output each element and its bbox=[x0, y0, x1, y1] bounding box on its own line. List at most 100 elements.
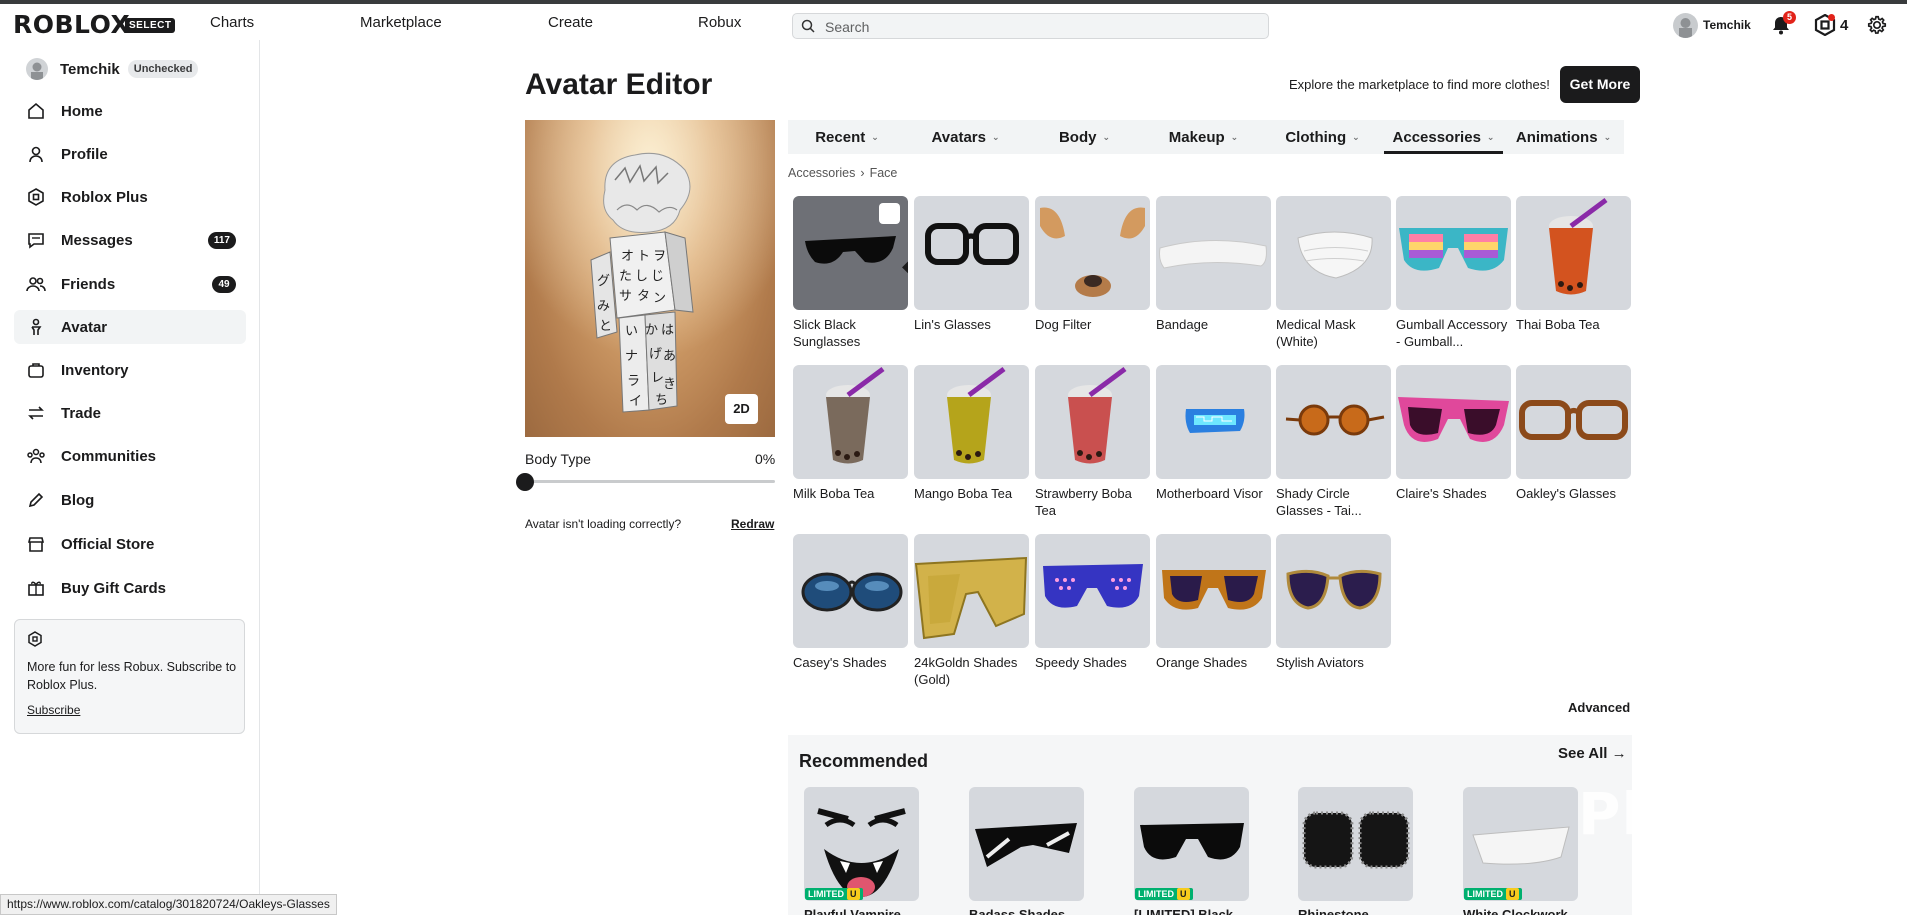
item-name: [LIMITED] Black bbox=[1134, 907, 1233, 915]
tab-recent[interactable]: Recent ⌄ bbox=[788, 120, 906, 154]
promo-text: More fun for less Robux. Subscribe to Ro… bbox=[27, 660, 237, 692]
top-navigation-bar: ROBLOX SELECT Charts Marketplace Create … bbox=[0, 4, 1907, 40]
item-card[interactable]: Mango Boba Tea bbox=[914, 365, 1029, 502]
item-card[interactable]: Motherboard Visor bbox=[1156, 365, 1271, 502]
item-card[interactable]: Medical Mask (White) bbox=[1276, 196, 1391, 350]
view-2d-toggle[interactable]: 2D bbox=[725, 394, 758, 424]
item-card[interactable]: Shady Circle Glasses - Tai... bbox=[1276, 365, 1391, 519]
item-card[interactable]: Speedy Shades bbox=[1035, 534, 1150, 671]
nav-charts[interactable]: Charts bbox=[210, 14, 254, 31]
recommended-item[interactable]: Rhinestone bbox=[1298, 787, 1413, 915]
item-card[interactable]: Thai Boba Tea bbox=[1516, 196, 1631, 333]
item-card[interactable]: Oakley's Glasses bbox=[1516, 365, 1631, 502]
topbar-username[interactable]: Temchik bbox=[1703, 18, 1751, 32]
gift-card-icon bbox=[26, 578, 46, 598]
sidebar-item-messages[interactable]: Messages 117 bbox=[14, 223, 246, 257]
recommended-item[interactable]: LIMITED U [LIMITED] Black bbox=[1134, 787, 1249, 915]
breadcrumb: Accessories › Face bbox=[788, 166, 897, 180]
roblox-logo[interactable]: ROBLOX bbox=[13, 12, 130, 37]
sidebar-item-label: Avatar bbox=[61, 318, 108, 336]
tab-accessories[interactable]: Accessories ⌄ bbox=[1384, 120, 1503, 154]
item-card[interactable]: Orange Shades bbox=[1156, 534, 1271, 671]
sidebar-item-buy-gift-cards[interactable]: Buy Gift Cards bbox=[14, 571, 246, 605]
svg-text:は: は bbox=[661, 323, 674, 338]
search-input[interactable]: Search bbox=[792, 13, 1269, 39]
nav-create[interactable]: Create bbox=[548, 14, 593, 31]
advanced-link[interactable]: Advanced bbox=[1568, 700, 1630, 715]
settings-gear-icon[interactable] bbox=[1866, 14, 1888, 36]
sidebar-item-label: Buy Gift Cards bbox=[61, 579, 167, 597]
item-card[interactable]: Milk Boba Tea bbox=[793, 365, 908, 502]
left-sidebar: Temchik Unchecked Home Profile Roblox Pl… bbox=[0, 40, 260, 915]
item-card[interactable]: Lin's Glasses bbox=[914, 196, 1029, 333]
friends-count-badge: 49 bbox=[212, 275, 236, 293]
limited-badge: LIMITED U bbox=[805, 888, 863, 900]
redraw-link[interactable]: Redraw bbox=[731, 517, 774, 531]
recommended-section: Recommended See All → LIMITED U Playful V… bbox=[788, 735, 1632, 915]
item-card[interactable]: Strawberry Boba Tea bbox=[1035, 365, 1150, 519]
item-card[interactable]: Dog Filter bbox=[1035, 196, 1150, 333]
svg-text:い: い bbox=[625, 324, 638, 339]
item-name: 24kGoldn Shades (Gold) bbox=[914, 655, 1018, 687]
sidebar-item-label: Messages bbox=[61, 231, 133, 249]
body-type-slider-handle[interactable] bbox=[516, 473, 534, 491]
body-type-label: Body Type bbox=[525, 451, 591, 467]
nav-robux[interactable]: Robux bbox=[698, 14, 741, 31]
item-card[interactable]: Gumball Accessory - Gumball... bbox=[1396, 196, 1511, 350]
avatar-preview[interactable]: オトヲ たしじ サタン グみと いかは ナげあ ラレき イち bbox=[525, 120, 775, 437]
get-more-button[interactable]: Get More bbox=[1560, 66, 1640, 103]
recommended-item[interactable]: LIMITED U White Clockwork bbox=[1463, 787, 1578, 915]
avatar-not-loading-text: Avatar isn't loading correctly? bbox=[525, 517, 682, 531]
profile-icon bbox=[26, 144, 46, 164]
sidebar-item-profile[interactable]: Profile bbox=[14, 137, 246, 171]
subscribe-link[interactable]: Subscribe bbox=[27, 703, 80, 717]
page-title: Avatar Editor bbox=[525, 68, 713, 101]
tab-makeup[interactable]: Makeup ⌄ bbox=[1144, 120, 1263, 154]
tab-avatars[interactable]: Avatars ⌄ bbox=[906, 120, 1025, 154]
item-card[interactable]: 24kGoldn Shades (Gold) bbox=[914, 534, 1029, 688]
sidebar-item-home[interactable]: Home bbox=[14, 94, 246, 128]
item-card[interactable]: Claire's Shades bbox=[1396, 365, 1511, 502]
user-avatar[interactable] bbox=[1673, 13, 1698, 38]
sidebar-avatar bbox=[26, 58, 48, 80]
sidebar-item-avatar[interactable]: Avatar bbox=[14, 310, 246, 344]
svg-text:か: か bbox=[645, 323, 658, 338]
item-card[interactable]: Casey's Shades bbox=[793, 534, 908, 671]
chevron-down-icon: ⌄ bbox=[1230, 132, 1239, 142]
svg-text:た: た bbox=[619, 269, 632, 284]
sidebar-item-trade[interactable]: Trade bbox=[14, 396, 246, 430]
svg-text:し: し bbox=[635, 269, 648, 284]
breadcrumb-accessories[interactable]: Accessories bbox=[788, 166, 855, 180]
item-name: Strawberry Boba Tea bbox=[1035, 486, 1132, 518]
item-name: Playful Vampire bbox=[804, 907, 901, 915]
chevron-down-icon: ⌄ bbox=[871, 132, 879, 142]
chevron-down-icon: ⌄ bbox=[1486, 132, 1495, 142]
sidebar-item-roblox-plus[interactable]: Roblox Plus bbox=[14, 180, 246, 214]
body-type-slider-track[interactable] bbox=[525, 480, 775, 483]
svg-text:あ: あ bbox=[663, 349, 676, 364]
item-card[interactable]: Slick Black Sunglasses bbox=[793, 196, 908, 350]
robux-count[interactable]: 4 bbox=[1840, 17, 1848, 34]
tab-animations[interactable]: Animations ⌄ bbox=[1503, 120, 1624, 154]
item-name: Rhinestone bbox=[1298, 907, 1369, 915]
recommended-item[interactable]: LIMITED U Playful Vampire bbox=[804, 787, 919, 915]
item-name: Stylish Aviators bbox=[1276, 655, 1364, 670]
tab-clothing[interactable]: Clothing ⌄ bbox=[1263, 120, 1382, 154]
chevron-down-icon: ⌄ bbox=[1102, 132, 1111, 142]
sidebar-item-inventory[interactable]: Inventory bbox=[14, 353, 246, 387]
sidebar-item-blog[interactable]: Blog bbox=[14, 483, 246, 517]
arrow-right-icon: → bbox=[1611, 745, 1627, 762]
sidebar-item-communities[interactable]: Communities bbox=[14, 439, 246, 473]
item-name: Lin's Glasses bbox=[914, 317, 991, 332]
see-all-link[interactable]: See All → bbox=[1558, 745, 1627, 762]
item-card[interactable]: Stylish Aviators bbox=[1276, 534, 1391, 671]
sidebar-user[interactable]: Temchik Unchecked bbox=[26, 58, 199, 80]
sidebar-item-official-store[interactable]: Official Store bbox=[14, 527, 246, 561]
nav-marketplace[interactable]: Marketplace bbox=[360, 14, 442, 31]
chevron-down-icon: ⌄ bbox=[1603, 132, 1612, 142]
sidebar-item-friends[interactable]: Friends 49 bbox=[14, 267, 246, 301]
item-card[interactable]: Bandage bbox=[1156, 196, 1271, 333]
roblox-plus-promo: More fun for less Robux. Subscribe to Ro… bbox=[14, 619, 245, 734]
recommended-item[interactable]: Badass Shades bbox=[969, 787, 1084, 915]
tab-body[interactable]: Body ⌄ bbox=[1025, 120, 1144, 154]
